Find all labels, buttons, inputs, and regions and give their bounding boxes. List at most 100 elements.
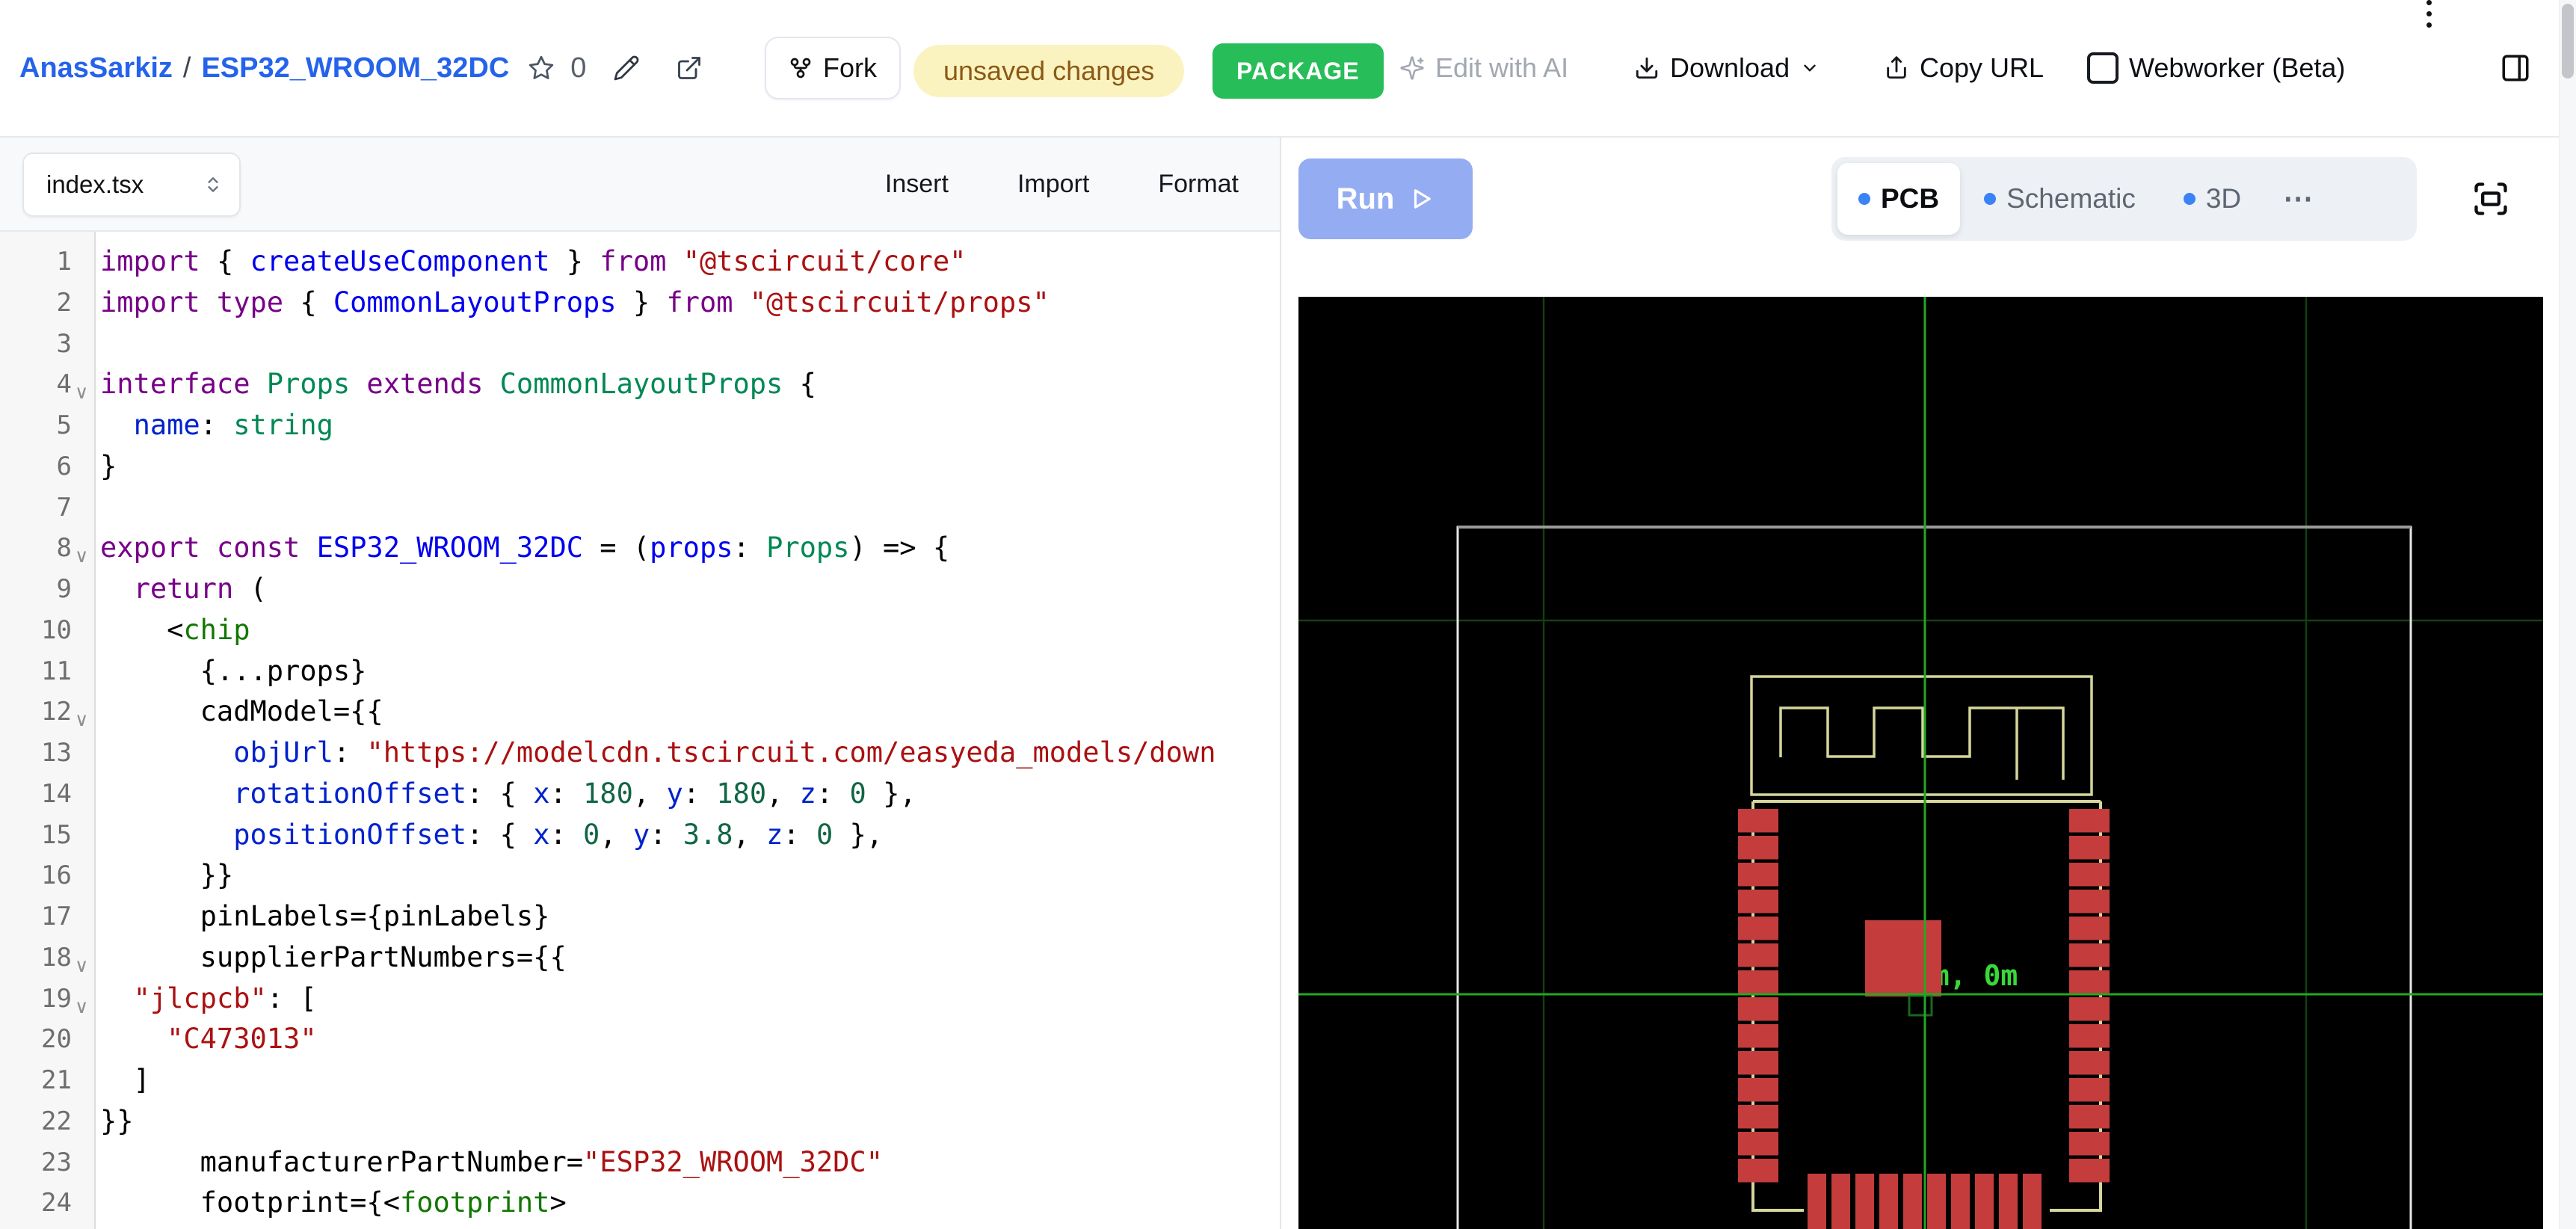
code-line[interactable]: name: string — [100, 405, 1216, 446]
line-number: 7 — [0, 487, 72, 529]
code-line[interactable]: ] — [100, 1060, 1216, 1101]
webworker-toggle[interactable]: Webworker (Beta) — [2087, 0, 2345, 136]
code-line[interactable]: }} — [100, 855, 1216, 896]
line-number: 6 — [0, 446, 72, 487]
breadcrumb-package-link[interactable]: ESP32_WROOM_32DC — [201, 52, 509, 84]
editor-menu: Insert Import Format — [885, 138, 1239, 230]
line-number: 12 — [0, 691, 72, 733]
run-button[interactable]: Run — [1298, 158, 1473, 239]
download-button[interactable]: Download — [1634, 0, 1819, 136]
line-number: 19 — [0, 979, 72, 1020]
code-line[interactable]: positionOffset: { x: 0, y: 3.8, z: 0 }, — [100, 815, 1216, 856]
fork-button[interactable]: Fork — [765, 37, 901, 99]
share-up-icon — [1884, 55, 1909, 81]
tab-3d[interactable]: 3D — [2160, 163, 2265, 235]
edit-with-ai-button[interactable]: Edit with AI — [1399, 0, 1568, 136]
package-badge: PACKAGE — [1212, 43, 1384, 99]
code-line[interactable]: <chip — [100, 610, 1216, 651]
line-number: 3 — [0, 324, 72, 365]
code-line[interactable]: {...props} — [100, 651, 1216, 692]
line-number: 5 — [0, 405, 72, 446]
line-number: 22 — [0, 1101, 72, 1142]
code-line[interactable]: } — [100, 446, 1216, 487]
chevron-down-icon — [1800, 58, 1819, 78]
line-number: 11 — [0, 651, 72, 692]
line-number: 16 — [0, 855, 72, 896]
menu-item-import[interactable]: Import — [1017, 170, 1089, 199]
menu-item-insert[interactable]: Insert — [885, 170, 949, 199]
run-label: Run — [1337, 182, 1395, 216]
tab-more-button[interactable]: ⋯ — [2265, 182, 2333, 216]
unsaved-changes-badge: unsaved changes — [913, 45, 1184, 97]
code-line[interactable]: }} — [100, 1101, 1216, 1142]
pcb-view-canvas[interactable]: 0m, 0m — [1298, 297, 2543, 1229]
tab-schematic[interactable]: Schematic — [1960, 163, 2160, 235]
line-number: 23 — [0, 1142, 72, 1183]
download-label: Download — [1670, 52, 1790, 84]
tab-dot — [2184, 193, 2196, 205]
edit-with-ai-label: Edit with AI — [1435, 52, 1568, 84]
scrollbar-thumb[interactable] — [2562, 4, 2574, 78]
line-number: 18 — [0, 937, 72, 979]
code-line[interactable]: "jlcpcb": [ — [100, 979, 1216, 1020]
breadcrumb-separator: / — [183, 52, 191, 84]
code-line[interactable]: objUrl: "https://modelcdn.tscircuit.com/… — [100, 733, 1216, 774]
editor-body[interactable]: 123456789101112131415161718192021222324 … — [0, 232, 1280, 1229]
code-line[interactable] — [100, 487, 1216, 529]
fold-marker[interactable]: ∨ — [75, 957, 93, 976]
code-line[interactable]: export const ESP32_WROOM_32DC = (props: … — [100, 528, 1216, 569]
tab-pcb[interactable]: PCB — [1837, 163, 1960, 235]
copy-url-button[interactable]: Copy URL — [1884, 0, 2044, 136]
line-number: 8 — [0, 528, 72, 569]
webworker-checkbox[interactable] — [2087, 52, 2119, 84]
breadcrumb-owner-link[interactable]: AnasSarkiz — [19, 52, 173, 84]
more-options-button[interactable] — [2426, 0, 2432, 136]
code-line[interactable]: supplierPartNumbers={{ — [100, 937, 1216, 979]
star-icon[interactable] — [527, 54, 555, 82]
tscircuit-editor-app: AnasSarkiz / ESP32_WROOM_32DC 0 Fork — [0, 0, 2576, 1229]
code-line[interactable]: return ( — [100, 569, 1216, 610]
code-content[interactable]: import { createUseComponent } from "@tsc… — [100, 241, 1216, 1224]
panel-toggle-button[interactable] — [2500, 0, 2531, 136]
code-line[interactable]: interface Props extends CommonLayoutProp… — [100, 364, 1216, 405]
download-icon — [1634, 55, 1660, 81]
line-number: 1 — [0, 241, 72, 283]
fold-marker[interactable]: ∨ — [75, 998, 93, 1017]
code-line[interactable]: pinLabels={pinLabels} — [100, 896, 1216, 937]
editor-toolbar: index.tsx Insert Import Format — [0, 138, 1280, 232]
edit-pencil-icon[interactable] — [613, 55, 640, 81]
code-line[interactable] — [100, 324, 1216, 365]
menu-item-format[interactable]: Format — [1158, 170, 1239, 199]
code-line[interactable]: cadModel={{ — [100, 691, 1216, 733]
code-line[interactable]: import type { CommonLayoutProps } from "… — [100, 283, 1216, 324]
header-bar: AnasSarkiz / ESP32_WROOM_32DC 0 Fork — [0, 0, 2576, 138]
line-number: 15 — [0, 815, 72, 856]
code-line[interactable]: rotationOffset: { x: 180, y: 180, z: 0 }… — [100, 774, 1216, 815]
line-number: 2 — [0, 283, 72, 324]
editor-gutter: 123456789101112131415161718192021222324 … — [0, 232, 96, 1229]
star-count: 0 — [570, 52, 586, 84]
share-icon[interactable] — [676, 55, 703, 81]
code-line[interactable]: footprint={<footprint> — [100, 1183, 1216, 1224]
line-number: 14 — [0, 774, 72, 815]
fullscreen-icon — [2471, 179, 2510, 218]
line-number: 13 — [0, 733, 72, 774]
copy-url-label: Copy URL — [1920, 52, 2044, 84]
line-number: 20 — [0, 1019, 72, 1060]
tab-dot — [1858, 193, 1870, 205]
fold-marker[interactable]: ∨ — [75, 711, 93, 730]
fork-label: Fork — [823, 52, 877, 84]
code-line[interactable]: import { createUseComponent } from "@tsc… — [100, 241, 1216, 283]
file-selector[interactable]: index.tsx — [22, 153, 241, 217]
fold-marker[interactable]: ∨ — [75, 384, 93, 402]
page-scrollbar[interactable] — [2559, 0, 2576, 1229]
line-number: 4 — [0, 364, 72, 405]
fold-marker[interactable]: ∨ — [75, 547, 93, 566]
fullscreen-button[interactable] — [2471, 179, 2510, 218]
fork-icon — [789, 56, 813, 80]
panel-right-icon — [2500, 52, 2531, 84]
code-line[interactable]: manufacturerPartNumber="ESP32_WROOM_32DC… — [100, 1142, 1216, 1183]
view-tab-bar: PCBSchematic3D⋯ — [1831, 157, 2417, 241]
line-number: 24 — [0, 1183, 72, 1224]
code-line[interactable]: "C473013" — [100, 1019, 1216, 1060]
